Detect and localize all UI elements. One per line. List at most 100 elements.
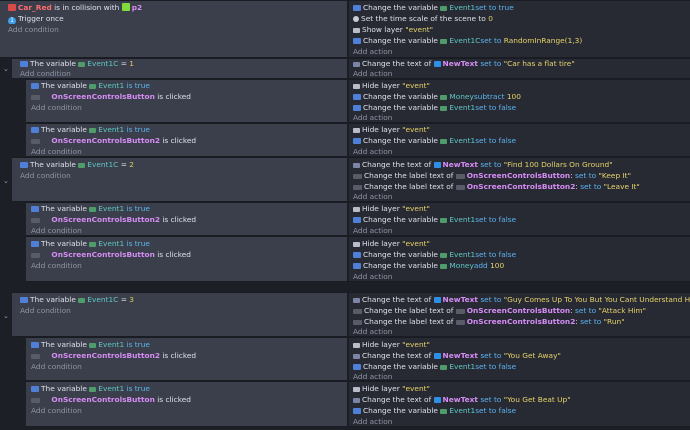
condition-variable[interactable]: The variable Event1 is true [31,239,150,249]
event-actions[interactable]: Hide layer "event" Change the variable E… [349,124,690,156]
event-1c-3-sub-b[interactable]: The variable Event1 is true OnScreenCont… [26,381,690,427]
action-row[interactable]: Hide layer "event" [353,384,430,394]
event-conditions[interactable]: The variable Event1C = 3 Add condition [12,293,349,336]
condition-variable[interactable]: The variable Event1C = 3 [20,295,134,305]
add-condition-link[interactable]: Add condition [20,69,71,79]
event-trigger[interactable]: Car_Red is in collision with p2 1 Trigger… [0,0,690,58]
event-actions[interactable]: Hide layer "event" Change the text of Ne… [349,338,690,381]
event-1c-3[interactable]: The variable Event1C = 3 Add condition C… [12,292,690,337]
condition-button-clicked[interactable]: OnScreenControlsButton is clicked [31,250,191,260]
action-row[interactable]: Change the variable Event1set to true [353,3,514,13]
event-1c-2[interactable]: The variable Event1C = 2 Add condition C… [12,157,690,202]
event-conditions[interactable]: The variable Event1 is true OnScreenCont… [26,203,349,235]
event-conditions[interactable]: The variable Event1C = 2 Add condition [12,158,349,201]
add-condition-link[interactable]: Add condition [31,226,82,236]
event-1c-2-sub-a[interactable]: The variable Event1 is true OnScreenCont… [26,202,690,236]
action-row[interactable]: Change the variable Event1set to false [353,103,516,113]
event-actions[interactable]: Change the text of NewText set to "Car h… [349,59,690,78]
add-action-link[interactable]: Add action [353,113,392,123]
collapse-toggle[interactable]: ⌄ [3,66,9,73]
condition-trigger-once[interactable]: 1 Trigger once [8,14,64,24]
condition-variable[interactable]: The variable Event1 is true [31,204,150,214]
event-conditions[interactable]: The variable Event1C = 1 Add condition [12,59,349,78]
action-row[interactable]: Change the variable Event1set to false [353,215,516,225]
action-row[interactable]: Show layer "event" [353,25,433,35]
condition-button-clicked[interactable]: OnScreenControlsButton2 is clicked [31,215,196,225]
action-row[interactable]: Change the variable Event1set to false [353,136,516,146]
action-row[interactable]: Change the variable Moneysubtract 100 [353,92,521,102]
event-trigger-actions[interactable]: Change the variable Event1set to true Se… [349,1,690,57]
button-icon [353,174,362,179]
condition-variable[interactable]: The variable Event1 is true [31,340,150,350]
condition-variable[interactable]: The variable Event1 is true [31,125,150,135]
action-row[interactable]: Change the label text of OnScreenControl… [353,182,640,192]
add-condition-link[interactable]: Add condition [20,306,71,316]
action-row[interactable]: Change the variable Event1set to false [353,362,516,372]
action-value: "event" [402,340,430,349]
event-actions[interactable]: Hide layer "event" Change the variable M… [349,80,690,122]
collapse-toggle[interactable]: ⌄ [3,313,9,320]
add-action-link[interactable]: Add action [353,272,392,282]
condition-button-clicked[interactable]: OnScreenControlsButton is clicked [31,92,191,102]
add-action-link[interactable]: Add action [353,69,392,79]
condition-button-clicked[interactable]: OnScreenControlsButton2 is clicked [31,136,196,146]
event-actions[interactable]: Hide layer "event" Change the variable E… [349,203,690,235]
action-row[interactable]: Hide layer "event" [353,81,430,91]
condition-variable[interactable]: The variable Event1C = 1 [20,59,134,69]
condition-button-clicked[interactable]: OnScreenControlsButton is clicked [31,395,191,405]
event-1c-1-sub-b[interactable]: The variable Event1 is true OnScreenCont… [26,123,690,157]
action-row[interactable]: Set the time scale of the scene to 0 [353,14,493,24]
add-condition-link[interactable]: Add condition [20,171,71,181]
condition-variable[interactable]: The variable Event1 is true [31,81,150,91]
event-1c-2-sub-b[interactable]: The variable Event1 is true OnScreenCont… [26,236,690,282]
event-conditions[interactable]: The variable Event1 is true OnScreenCont… [26,382,349,426]
event-1c-3-sub-a[interactable]: The variable Event1 is true OnScreenCont… [26,337,690,381]
variable-icon [353,5,361,11]
action-row[interactable]: Change the text of NewText set to "Guy C… [353,295,690,305]
add-condition-link[interactable]: Add condition [31,406,82,416]
collapse-toggle[interactable]: ⌄ [3,178,9,185]
condition-variable[interactable]: The variable Event1C = 2 [20,160,134,170]
condition-button-clicked[interactable]: OnScreenControlsButton2 is clicked [31,351,196,361]
add-condition-link[interactable]: Add condition [8,25,59,35]
event-conditions[interactable]: The variable Event1 is true OnScreenCont… [26,338,349,380]
action-row[interactable]: Change the label text of OnScreenControl… [353,317,625,327]
add-action-link[interactable]: Add action [353,226,392,236]
action-row[interactable]: Change the text of NewText set to "You G… [353,351,561,361]
add-condition-link[interactable]: Add condition [31,103,82,113]
event-1c-1[interactable]: The variable Event1C = 1 Add condition C… [12,58,690,79]
action-row[interactable]: Hide layer "event" [353,239,430,249]
event-1c-1-sub-a[interactable]: The variable Event1 is true OnScreenCont… [26,79,690,123]
action-row[interactable]: Change the variable Event1Cset to Random… [353,36,582,46]
add-condition-link[interactable]: Add condition [31,261,82,271]
add-action-link[interactable]: Add action [353,147,392,157]
action-row[interactable]: Hide layer "event" [353,204,430,214]
action-row[interactable]: Change the label text of OnScreenControl… [353,306,646,316]
add-action-link[interactable]: Add action [353,192,392,202]
add-action-link[interactable]: Add action [353,417,392,427]
action-row[interactable]: Change the variable Event1set to false [353,406,516,416]
add-condition-link[interactable]: Add condition [31,147,82,157]
action-row[interactable]: Hide layer "event" [353,340,430,350]
object-name: NewText [442,59,478,68]
action-row[interactable]: Change the label text of OnScreenControl… [353,171,631,181]
event-conditions[interactable]: The variable Event1 is true OnScreenCont… [26,124,349,156]
event-conditions[interactable]: The variable Event1 is true OnScreenCont… [26,237,349,281]
event-actions[interactable]: Hide layer "event" Change the text of Ne… [349,382,690,426]
action-row[interactable]: Change the text of NewText set to "Find … [353,160,613,170]
add-action-link[interactable]: Add action [353,47,392,57]
event-actions[interactable]: Change the text of NewText set to "Guy C… [349,293,690,336]
event-actions[interactable]: Change the text of NewText set to "Find … [349,158,690,201]
add-condition-link[interactable]: Add condition [31,362,82,372]
action-row[interactable]: Change the variable Moneyadd 100 [353,261,504,271]
condition-collision[interactable]: Car_Red is in collision with p2 [8,3,142,13]
action-row[interactable]: Hide layer "event" [353,125,430,135]
condition-variable[interactable]: The variable Event1 is true [31,384,150,394]
action-row[interactable]: Change the text of NewText set to "You G… [353,395,571,405]
add-action-link[interactable]: Add action [353,327,392,337]
event-conditions[interactable]: The variable Event1 is true OnScreenCont… [26,80,349,122]
event-trigger-conditions[interactable]: Car_Red is in collision with p2 1 Trigger… [0,1,349,57]
action-row[interactable]: Change the text of NewText set to "Car h… [353,59,575,69]
action-row[interactable]: Change the variable Event1set to false [353,250,516,260]
event-actions[interactable]: Hide layer "event" Change the variable E… [349,237,690,281]
